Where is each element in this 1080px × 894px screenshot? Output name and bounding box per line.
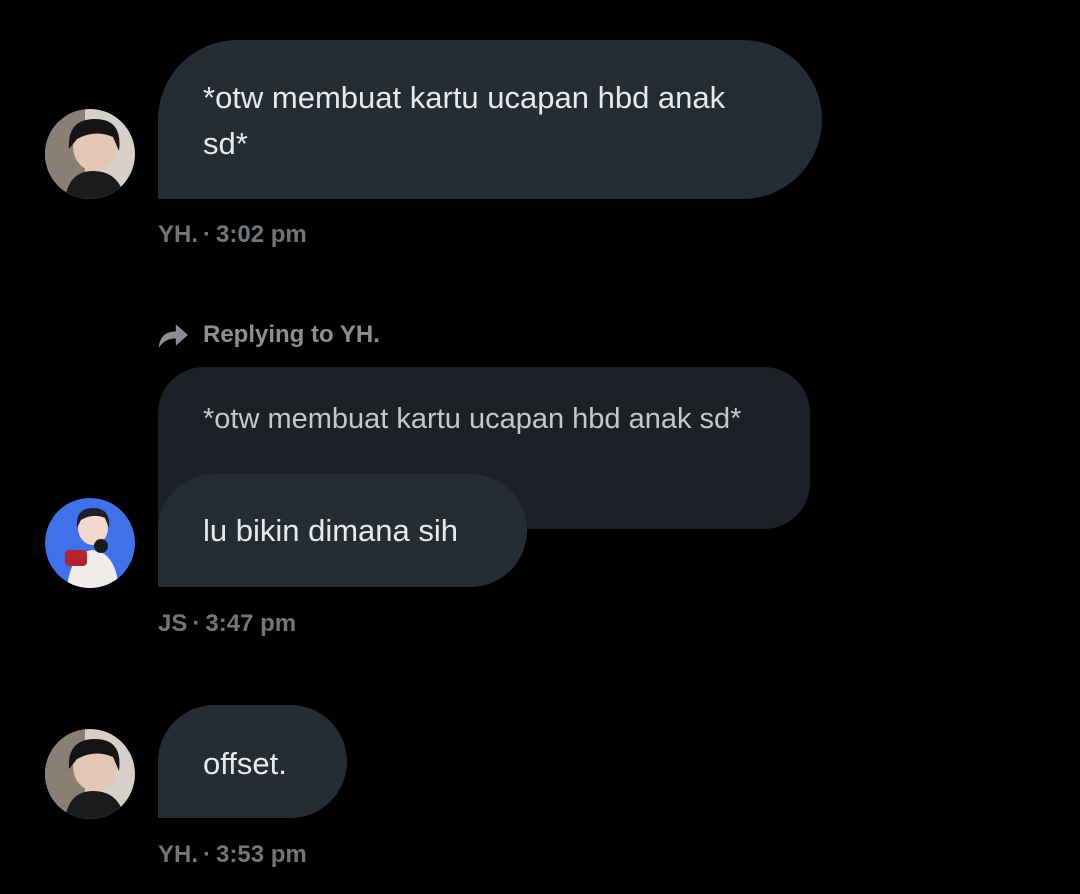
message-time: 3:47 pm (205, 610, 297, 637)
avatar-yh[interactable] (45, 729, 135, 819)
reply-label: Replying to YH. (203, 321, 380, 348)
quoted-text: *otw membuat kartu ucapan hbd anak sd* (203, 403, 742, 435)
message-meta: YH. · 3:53 pm (158, 840, 307, 870)
meta-separator: · (192, 610, 201, 637)
avatar-yh-photo (45, 109, 135, 199)
message-bubble[interactable]: offset. (158, 705, 347, 818)
message-meta: JS · 3:47 pm (158, 609, 296, 639)
message-bubble[interactable]: *otw membuat kartu ucapan hbd anak sd* (158, 40, 822, 199)
message-time: 3:53 pm (216, 841, 307, 868)
avatar-js[interactable] (45, 498, 135, 588)
message-text: offset. (203, 746, 287, 781)
meta-separator: · (203, 221, 212, 248)
message-time: 3:02 pm (216, 221, 307, 248)
avatar-yh[interactable] (45, 109, 135, 199)
sender-name: JS (158, 610, 188, 637)
message-meta: YH. · 3:02 pm (158, 220, 307, 250)
sender-name: YH. (158, 221, 199, 248)
message-text: lu bikin dimana sih (203, 513, 459, 548)
sender-name: YH. (158, 841, 199, 868)
avatar-js-photo (45, 498, 135, 588)
meta-separator: · (203, 841, 212, 868)
reply-arrow-icon (158, 324, 188, 348)
reply-context[interactable]: Replying to YH. (156, 318, 380, 352)
message-text-line: sd* (203, 126, 248, 161)
message-text-line: *otw membuat kartu ucapan hbd anak (203, 80, 726, 115)
message-bubble[interactable]: lu bikin dimana sih (158, 474, 527, 587)
avatar-yh-photo (45, 729, 135, 819)
